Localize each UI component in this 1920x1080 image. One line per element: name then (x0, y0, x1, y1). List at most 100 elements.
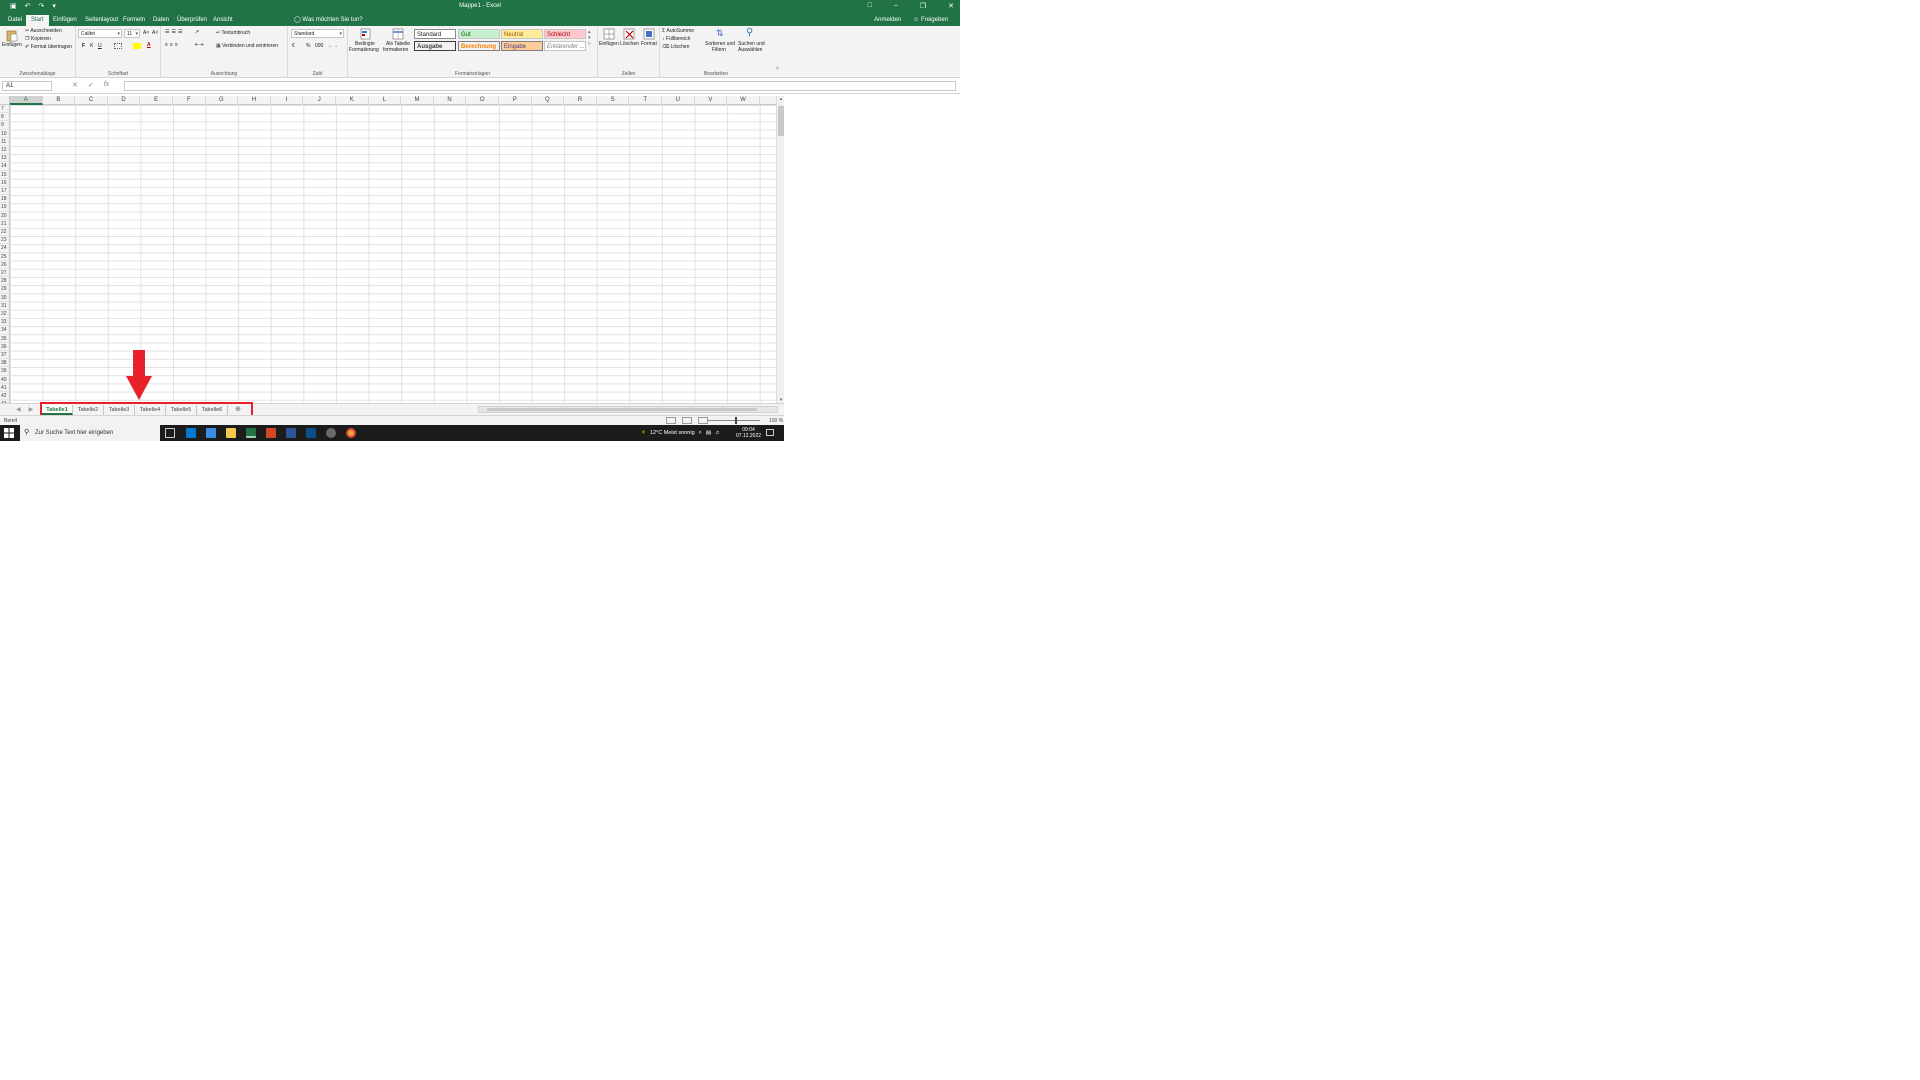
autosum-button[interactable]: Σ AutoSumme (662, 28, 694, 34)
column-header-w[interactable]: W (727, 96, 760, 105)
clock[interactable]: 09:04 07.12.2022 (736, 427, 761, 439)
format-cells-button[interactable]: Format (641, 41, 657, 47)
volume-icon[interactable]: ♬ (715, 425, 721, 441)
row-header-8[interactable]: 8 (0, 113, 10, 122)
row-header-28[interactable]: 28 (0, 277, 10, 286)
zoom-slider[interactable] (708, 420, 760, 421)
insert-function-icon[interactable]: fx (104, 81, 109, 89)
word-icon[interactable] (286, 428, 296, 438)
windows-start-icon[interactable] (4, 428, 14, 438)
tell-me-search[interactable]: ◯ Was möchten Sie tun? (294, 15, 363, 26)
merge-center-button[interactable]: ▦ Verbinden und zentrieren (216, 43, 278, 49)
page-layout-view-icon[interactable] (682, 417, 692, 424)
restore-button[interactable]: ❐ (920, 2, 926, 10)
copy-button[interactable]: ❐ Kopieren (25, 36, 51, 42)
column-header-c[interactable]: C (75, 96, 108, 105)
row-header-33[interactable]: 33 (0, 318, 10, 327)
row-header-14[interactable]: 14 (0, 162, 10, 171)
style-bad[interactable]: Schlecht (544, 29, 586, 39)
zoom-level[interactable]: 100 % (769, 418, 783, 424)
task-view-icon[interactable] (165, 428, 175, 438)
number-format-select[interactable]: Standard (291, 29, 344, 38)
column-header-p[interactable]: P (499, 96, 532, 105)
row-header-41[interactable]: 41 (0, 383, 10, 392)
column-header-e[interactable]: E (140, 96, 173, 105)
vertical-align-icons[interactable]: ☰☰☰ (165, 29, 184, 35)
paste-icon[interactable] (6, 29, 18, 42)
style-output[interactable]: Ausgabe (414, 41, 456, 51)
find-icon[interactable]: ⚲ (746, 27, 753, 38)
close-button[interactable]: ✕ (948, 2, 954, 10)
row-header-20[interactable]: 20 (0, 211, 10, 220)
notification-icon[interactable] (766, 429, 774, 436)
column-header-d[interactable]: D (108, 96, 141, 105)
row-header-36[interactable]: 36 (0, 342, 10, 351)
wrap-text-button[interactable]: ↵ Textumbruch (216, 30, 250, 36)
currency-icon[interactable]: € (292, 43, 295, 49)
cell-area[interactable] (10, 105, 776, 403)
sheet-nav-next-icon[interactable]: ▶ (29, 406, 34, 413)
taskbar-search-box[interactable]: ⚲ Zur Suche Text hier eingeben (20, 425, 160, 441)
row-header-13[interactable]: 13 (0, 154, 10, 163)
row-header-35[interactable]: 35 (0, 334, 10, 343)
row-header-31[interactable]: 31 (0, 301, 10, 310)
row-header-7[interactable]: 7 (0, 105, 10, 114)
column-header-q[interactable]: Q (532, 96, 565, 105)
font-name-select[interactable]: Calibri (78, 29, 122, 38)
format-cells-icon[interactable] (643, 28, 655, 40)
row-header-32[interactable]: 32 (0, 310, 10, 319)
underline-button[interactable]: U (98, 43, 102, 49)
row-header-25[interactable]: 25 (0, 252, 10, 261)
cut-button[interactable]: ✂ Ausschneiden (25, 28, 62, 34)
column-header-g[interactable]: G (206, 96, 239, 105)
insert-cells-button[interactable]: Einfügen (599, 41, 619, 47)
column-header-b[interactable]: B (43, 96, 76, 105)
row-header-39[interactable]: 39 (0, 367, 10, 376)
column-header-s[interactable]: S (597, 96, 630, 105)
sort-filter-icon[interactable]: ⇅ (716, 28, 724, 39)
tab-daten[interactable]: Daten (148, 15, 174, 26)
borders-icon[interactable] (114, 43, 122, 49)
name-box[interactable]: A1 (2, 81, 52, 91)
settings-app-icon[interactable] (326, 428, 336, 438)
row-header-12[interactable]: 12 (0, 146, 10, 155)
row-header-42[interactable]: 42 (0, 392, 10, 401)
delete-cells-button[interactable]: Löschen (620, 41, 639, 47)
column-header-a[interactable]: A (10, 96, 43, 105)
row-header-26[interactable]: 26 (0, 260, 10, 269)
format-painter-button[interactable]: ✐ Format übertragen (25, 44, 72, 50)
column-header-v[interactable]: V (695, 96, 728, 105)
style-good[interactable]: Gut (458, 29, 500, 39)
thousands-button[interactable]: 000 (315, 43, 323, 49)
tray-chevron-icon[interactable]: ˄ (699, 425, 702, 441)
insert-cells-icon[interactable] (603, 28, 615, 40)
style-calculation[interactable]: Berechnung (458, 41, 500, 51)
conditional-formatting-icon[interactable] (360, 28, 372, 40)
column-header-n[interactable]: N (434, 96, 467, 105)
vertical-scrollbar[interactable]: ▴ ▾ (776, 96, 784, 403)
column-header-l[interactable]: L (369, 96, 402, 105)
enter-icon[interactable]: ✓ (88, 81, 94, 89)
percent-button[interactable]: % (306, 43, 310, 49)
orientation-icon[interactable]: ⇗ (195, 29, 199, 35)
network-icon[interactable]: ▤ (706, 425, 711, 441)
row-header-30[interactable]: 30 (0, 293, 10, 302)
conditional-formatting-label-2[interactable]: Formatierung (349, 47, 379, 53)
normal-view-icon[interactable] (666, 417, 676, 424)
row-header-18[interactable]: 18 (0, 195, 10, 204)
style-explanatory[interactable]: Erklärender ... (544, 41, 586, 51)
paste-button[interactable]: Einfügen (2, 42, 22, 48)
fill-color-icon[interactable] (133, 43, 141, 49)
style-standard[interactable]: Standard (414, 29, 456, 39)
delete-cells-icon[interactable] (623, 28, 635, 40)
column-header-f[interactable]: F (173, 96, 206, 105)
row-header-34[interactable]: 34 (0, 326, 10, 335)
row-header-19[interactable]: 19 (0, 203, 10, 212)
file-explorer-icon[interactable] (226, 428, 236, 438)
font-size-select[interactable]: 11 (124, 29, 140, 38)
collapse-ribbon-icon[interactable]: ˄ (776, 66, 779, 72)
horizontal-align-icons[interactable]: ≡≡≡ (165, 42, 180, 48)
decimal-icons[interactable]: ←→ (328, 43, 338, 49)
row-header-9[interactable]: 9 (0, 121, 10, 130)
italic-button[interactable]: K (90, 43, 93, 49)
